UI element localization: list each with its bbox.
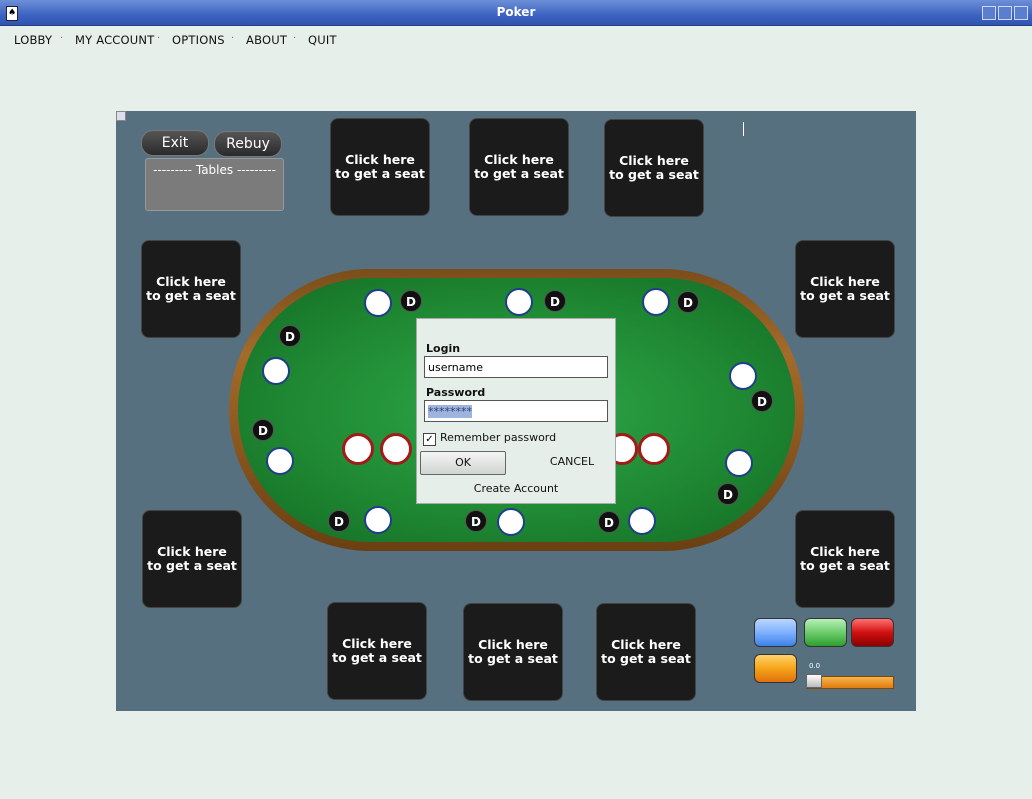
seat-1[interactable]: Click here to get a seat <box>330 118 430 216</box>
bet-chip <box>342 433 374 465</box>
dealer-button: D <box>279 325 301 347</box>
dealer-button: D <box>598 511 620 533</box>
remember-password-label[interactable]: Remember password <box>440 431 556 444</box>
poker-table-area: Exit Rebuy --------- Tables --------- Cl… <box>116 111 916 711</box>
player-chip <box>729 362 757 390</box>
menu-options[interactable]: OPTIONS <box>172 33 225 47</box>
player-chip <box>642 288 670 316</box>
action-button-orange[interactable] <box>754 654 797 683</box>
seat-4[interactable]: Click here to get a seat <box>795 240 895 338</box>
dealer-button: D <box>544 290 566 312</box>
rebuy-button[interactable]: Rebuy <box>214 131 282 157</box>
menu-bar: LOBBY · MY ACCOUNT · OPTIONS · ABOUT · Q… <box>0 26 1032 52</box>
ok-button[interactable]: OK <box>420 451 506 475</box>
maximize-icon[interactable] <box>998 6 1012 20</box>
seat-2[interactable]: Click here to get a seat <box>469 118 569 216</box>
menu-quit[interactable]: QUIT <box>308 33 337 47</box>
menu-my-account[interactable]: MY ACCOUNT <box>75 33 154 47</box>
action-button-green[interactable] <box>804 618 847 647</box>
seat-3[interactable]: Click here to get a seat <box>604 119 704 217</box>
dealer-button: D <box>751 390 773 412</box>
exit-button[interactable]: Exit <box>141 130 209 156</box>
player-chip <box>497 508 525 536</box>
dealer-button: D <box>328 510 350 532</box>
player-chip <box>266 447 294 475</box>
dealer-button: D <box>465 510 487 532</box>
player-chip <box>364 289 392 317</box>
player-chip <box>505 288 533 316</box>
menu-separator: · <box>60 33 64 44</box>
bet-slider-value: 0.0 <box>809 662 821 670</box>
tables-dropdown[interactable]: --------- Tables --------- <box>145 158 284 211</box>
dealer-button: D <box>400 290 422 312</box>
username-field[interactable]: username <box>424 356 608 378</box>
seat-6[interactable]: Click here to get a seat <box>596 603 696 701</box>
password-field[interactable]: ******** <box>424 400 608 422</box>
menu-about[interactable]: ABOUT <box>246 33 287 47</box>
remember-password-checkbox[interactable]: ✓ <box>423 433 436 446</box>
seat-8[interactable]: Click here to get a seat <box>327 602 427 700</box>
player-chip <box>262 357 290 385</box>
create-account-link[interactable]: Create Account <box>417 482 615 495</box>
player-chip <box>364 506 392 534</box>
minimize-icon[interactable] <box>982 6 996 20</box>
seat-5[interactable]: Click here to get a seat <box>795 510 895 608</box>
bet-chip <box>638 433 670 465</box>
close-icon[interactable] <box>1014 6 1028 20</box>
window-title: Poker <box>496 5 536 19</box>
seat-9[interactable]: Click here to get a seat <box>142 510 242 608</box>
action-button-blue[interactable] <box>754 618 797 647</box>
password-label: Password <box>426 386 486 399</box>
action-button-red[interactable] <box>851 618 894 647</box>
cancel-button[interactable]: CANCEL <box>537 455 607 468</box>
seat-7[interactable]: Click here to get a seat <box>463 603 563 701</box>
menu-separator: · <box>157 33 161 44</box>
menu-separator: · <box>231 33 235 44</box>
tables-label: --------- Tables --------- <box>153 163 276 177</box>
menu-separator: · <box>293 33 297 44</box>
login-label: Login <box>426 342 461 355</box>
menu-lobby[interactable]: LOBBY <box>14 33 52 47</box>
resize-handle[interactable] <box>116 111 126 121</box>
dealer-button: D <box>252 419 274 441</box>
login-dialog: Login username Password ******** ✓ Remem… <box>416 318 616 504</box>
window-titlebar: ♠ Poker <box>0 0 1032 26</box>
bet-slider-thumb[interactable] <box>806 674 822 688</box>
dealer-button: D <box>717 483 739 505</box>
player-chip <box>628 507 656 535</box>
bet-chip <box>380 433 412 465</box>
password-value: ******** <box>428 405 472 418</box>
seat-10[interactable]: Click here to get a seat <box>141 240 241 338</box>
player-chip <box>725 449 753 477</box>
dealer-button: D <box>677 291 699 313</box>
text-cursor <box>743 122 744 136</box>
